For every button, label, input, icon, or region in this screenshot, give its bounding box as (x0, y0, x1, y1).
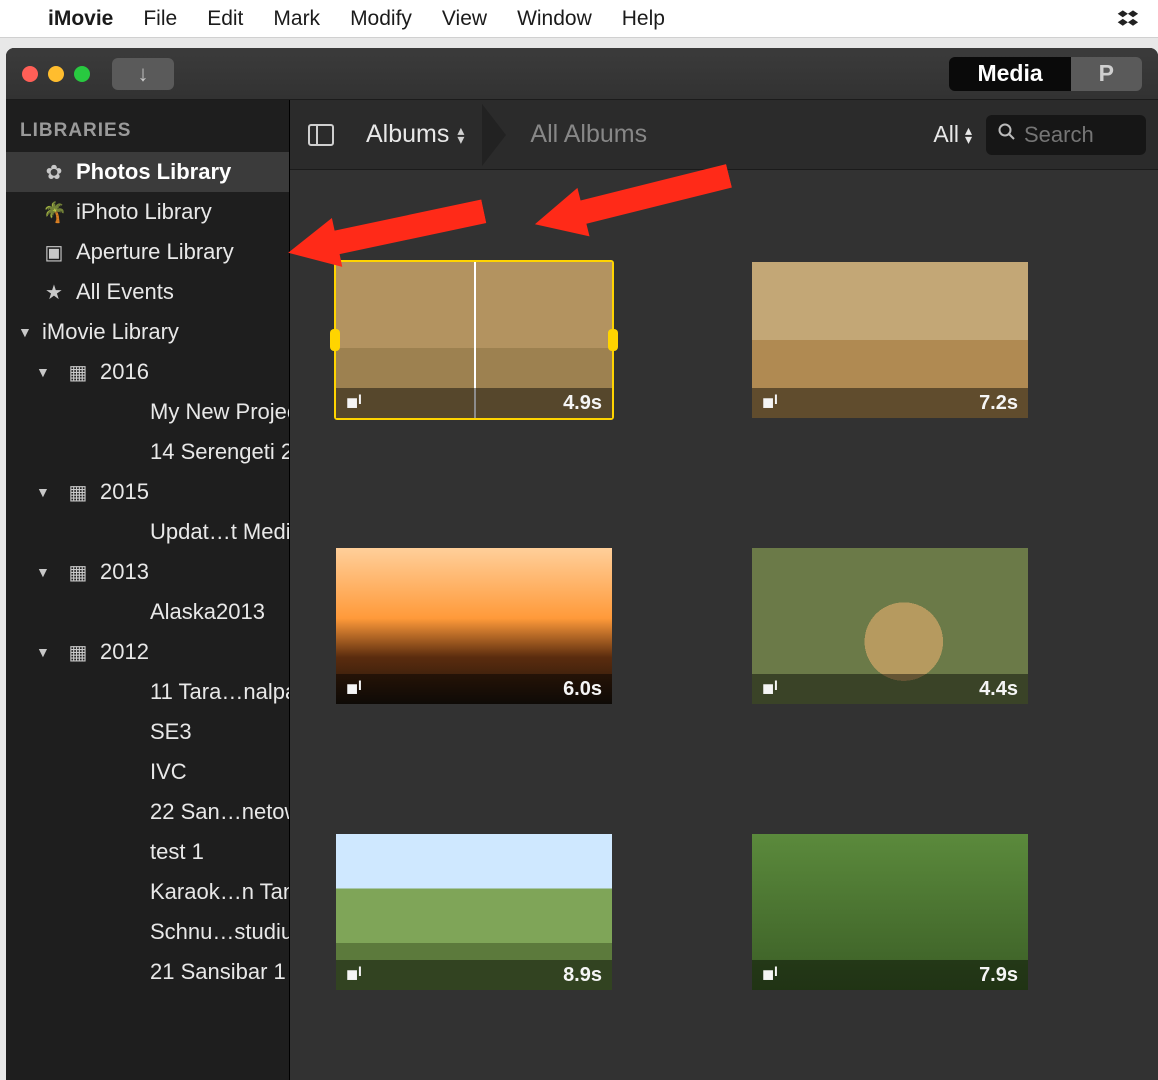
disclosure-icon[interactable]: ▼ (36, 644, 50, 660)
tab-media[interactable]: Media (949, 57, 1070, 91)
duration-label: 6.0s (563, 678, 602, 701)
sidebar-project[interactable]: SE3 (68, 712, 289, 752)
sidebar-project[interactable]: Schnu…studium (68, 912, 289, 952)
dropbox-icon[interactable] (1116, 7, 1140, 31)
video-icon: ■ᴵ (346, 678, 362, 701)
sidebar-event-2016[interactable]: ▼ ▦ 2016 (6, 352, 289, 392)
menu-view[interactable]: View (442, 7, 487, 31)
sidebar-project[interactable]: Alaska2013 (68, 592, 289, 632)
sidebar-event-2012[interactable]: ▼ ▦ 2012 (6, 632, 289, 672)
libraries-sidebar: LIBRARIES ✿ Photos Library 🌴 iPhoto Libr… (6, 100, 290, 1080)
sidebar-project[interactable]: test 1 (68, 832, 289, 872)
breadcrumb-all-albums[interactable]: All Albums (490, 100, 675, 170)
macos-menubar: iMovie File Edit Mark Modify View Window… (0, 0, 1158, 38)
sidebar-project[interactable]: Updat…t Media (68, 512, 289, 552)
sidebar-project[interactable]: My New Project (68, 392, 289, 432)
aperture-icon: ▣ (42, 240, 66, 265)
window-titlebar: ↓ Media P (6, 48, 1158, 100)
window-close-button[interactable] (22, 66, 38, 82)
media-browser: Albums ▴▾ All Albums All ▴▾ (290, 100, 1158, 1080)
sidebar-item-aperture-library[interactable]: ▣ Aperture Library (6, 232, 289, 272)
flower-icon: ✿ (42, 160, 66, 185)
menu-window[interactable]: Window (517, 7, 592, 31)
video-icon: ■ᴵ (762, 964, 778, 987)
video-icon: ■ᴵ (346, 964, 362, 987)
trim-handle-right[interactable] (608, 329, 618, 351)
search-icon (998, 123, 1016, 147)
sidebar-project[interactable]: 14 Serengeti 2 (68, 432, 289, 472)
updown-icon: ▴▾ (965, 126, 972, 143)
sidebar-item-iphoto-library[interactable]: 🌴 iPhoto Library (6, 192, 289, 232)
sidebar-project[interactable]: 21 Sansibar 1 (68, 952, 289, 992)
app-name[interactable]: iMovie (48, 7, 113, 31)
video-icon: ■ᴵ (346, 392, 362, 415)
view-segmented-control: Media P (949, 57, 1142, 91)
window-minimize-button[interactable] (48, 66, 64, 82)
palm-icon: 🌴 (42, 200, 66, 225)
sidebar-event-2015[interactable]: ▼ ▦ 2015 (6, 472, 289, 512)
disclosure-icon[interactable]: ▼ (36, 364, 50, 380)
disclosure-icon[interactable]: ▼ (18, 324, 32, 340)
event-icon: ▦ (66, 640, 90, 665)
event-icon: ▦ (66, 360, 90, 385)
clip-thumbnail[interactable]: ■ᴵ 8.9s (336, 834, 612, 990)
search-input[interactable] (1024, 122, 1134, 148)
sidebar-project[interactable]: 22 San…netown (68, 792, 289, 832)
video-icon: ■ᴵ (762, 392, 778, 415)
menubar-tray (1116, 7, 1140, 31)
clip-grid: ■ᴵ 4.9s ■ᴵ 7.2s ■ᴵ 6.0s ■ᴵ 4.4s (290, 170, 1158, 1080)
clip-thumbnail[interactable]: ■ᴵ 6.0s (336, 548, 612, 704)
duration-label: 7.9s (979, 964, 1018, 987)
disclosure-icon[interactable]: ▼ (36, 564, 50, 580)
window-zoom-button[interactable] (74, 66, 90, 82)
sidebar-project[interactable]: IVC (68, 752, 289, 792)
clip-thumbnail[interactable]: ■ᴵ 7.9s (752, 834, 1028, 990)
menu-file[interactable]: File (143, 7, 177, 31)
menu-mark[interactable]: Mark (273, 7, 320, 31)
search-field[interactable] (986, 115, 1146, 155)
star-icon: ★ (42, 280, 66, 305)
menu-modify[interactable]: Modify (350, 7, 412, 31)
sidebar-project[interactable]: Karaok…n Tanja (68, 872, 289, 912)
duration-label: 7.2s (979, 392, 1018, 415)
sidebar-item-imovie-library[interactable]: ▼ iMovie Library (6, 312, 289, 352)
clip-thumbnail[interactable]: ■ᴵ 4.4s (752, 548, 1028, 704)
clip-thumbnail[interactable]: ■ᴵ 4.9s (336, 262, 612, 418)
tab-partial[interactable]: P (1071, 57, 1142, 91)
browser-toolbar: Albums ▴▾ All Albums All ▴▾ (290, 100, 1158, 170)
sidebar-item-photos-library[interactable]: ✿ Photos Library (6, 152, 289, 192)
sidebar-item-all-events[interactable]: ★ All Events (6, 272, 289, 312)
import-button[interactable]: ↓ (112, 58, 174, 90)
sidebar-project[interactable]: 11 Tara…nalpark (68, 672, 289, 712)
video-icon: ■ᴵ (762, 678, 778, 701)
sidebar-section-header: LIBRARIES (6, 100, 289, 152)
duration-label: 8.9s (563, 964, 602, 987)
duration-label: 4.9s (563, 392, 602, 415)
sidebar-event-2013[interactable]: ▼ ▦ 2013 (6, 552, 289, 592)
trim-handle-left[interactable] (330, 329, 340, 351)
duration-label: 4.4s (979, 678, 1018, 701)
event-icon: ▦ (66, 480, 90, 505)
sidebar-toggle-button[interactable] (302, 116, 340, 154)
menu-edit[interactable]: Edit (207, 7, 243, 31)
clip-thumbnail[interactable]: ■ᴵ 7.2s (752, 262, 1028, 418)
imovie-window: ↓ Media P LIBRARIES ✿ Photos Library 🌴 i… (6, 48, 1158, 1080)
event-icon: ▦ (66, 560, 90, 585)
updown-icon: ▴▾ (457, 126, 464, 143)
category-popup[interactable]: Albums ▴▾ (354, 120, 476, 149)
filter-popup[interactable]: All ▴▾ (933, 121, 972, 148)
disclosure-icon[interactable]: ▼ (36, 484, 50, 500)
menu-help[interactable]: Help (622, 7, 665, 31)
